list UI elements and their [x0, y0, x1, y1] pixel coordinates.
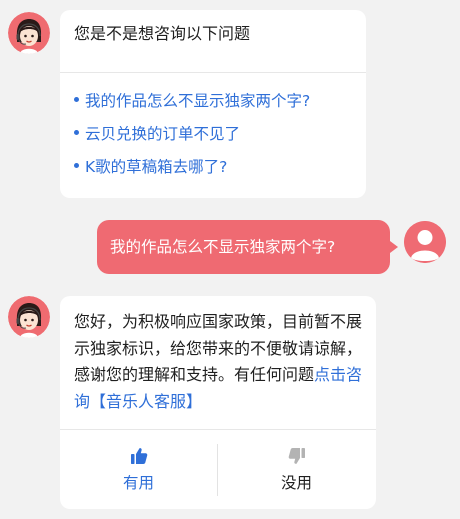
useless-label: 没用: [280, 473, 312, 492]
suggested-question-label: 我的作品怎么不显示独家两个字?: [85, 91, 311, 110]
thumbs-down-icon: [288, 447, 305, 464]
bullet-icon: [74, 163, 79, 168]
suggested-question[interactable]: 云贝兑换的订单不见了: [74, 116, 358, 149]
suggested-question[interactable]: 我的作品怎么不显示独家两个字?: [74, 83, 358, 116]
bot-avatar: [8, 12, 50, 54]
answer-card: 您好，为积极响应国家政策，目前暂不展示独家标识，给您带来的不便敬请谅解，感谢您的…: [60, 296, 376, 509]
useful-button[interactable]: 有用: [60, 430, 217, 509]
suggested-question-label: 云贝兑换的订单不见了: [85, 124, 241, 143]
suggested-questions-list: 我的作品怎么不显示独家两个字? 云贝兑换的订单不见了 K歌的草稿箱去哪了?: [74, 83, 358, 182]
suggestions-title: 您是不是想咨询以下问题: [74, 24, 251, 43]
bot-avatar: [8, 296, 50, 338]
divider: [60, 72, 366, 73]
useful-label: 有用: [122, 473, 154, 492]
thumbs-up-icon: [130, 447, 147, 464]
suggested-question[interactable]: K歌的草稿箱去哪了?: [74, 149, 358, 182]
bullet-icon: [74, 97, 79, 102]
customer-service-girl-icon: [8, 12, 50, 54]
suggestions-card: 您是不是想咨询以下问题 我的作品怎么不显示独家两个字? 云贝兑换的订单不见了 K…: [60, 10, 366, 198]
user-silhouette-icon: [404, 221, 446, 263]
useless-button[interactable]: 没用: [218, 430, 375, 509]
user-message-bubble: 我的作品怎么不显示独家两个字?: [97, 220, 398, 274]
bullet-icon: [74, 130, 79, 135]
customer-service-girl-icon: [8, 296, 50, 338]
answer-text: 您好，为积极响应国家政策，目前暂不展示独家标识，给您带来的不便敬请谅解，感谢您的…: [74, 309, 366, 415]
user-avatar: [404, 221, 446, 263]
suggested-question-label: K歌的草稿箱去哪了?: [85, 157, 228, 176]
